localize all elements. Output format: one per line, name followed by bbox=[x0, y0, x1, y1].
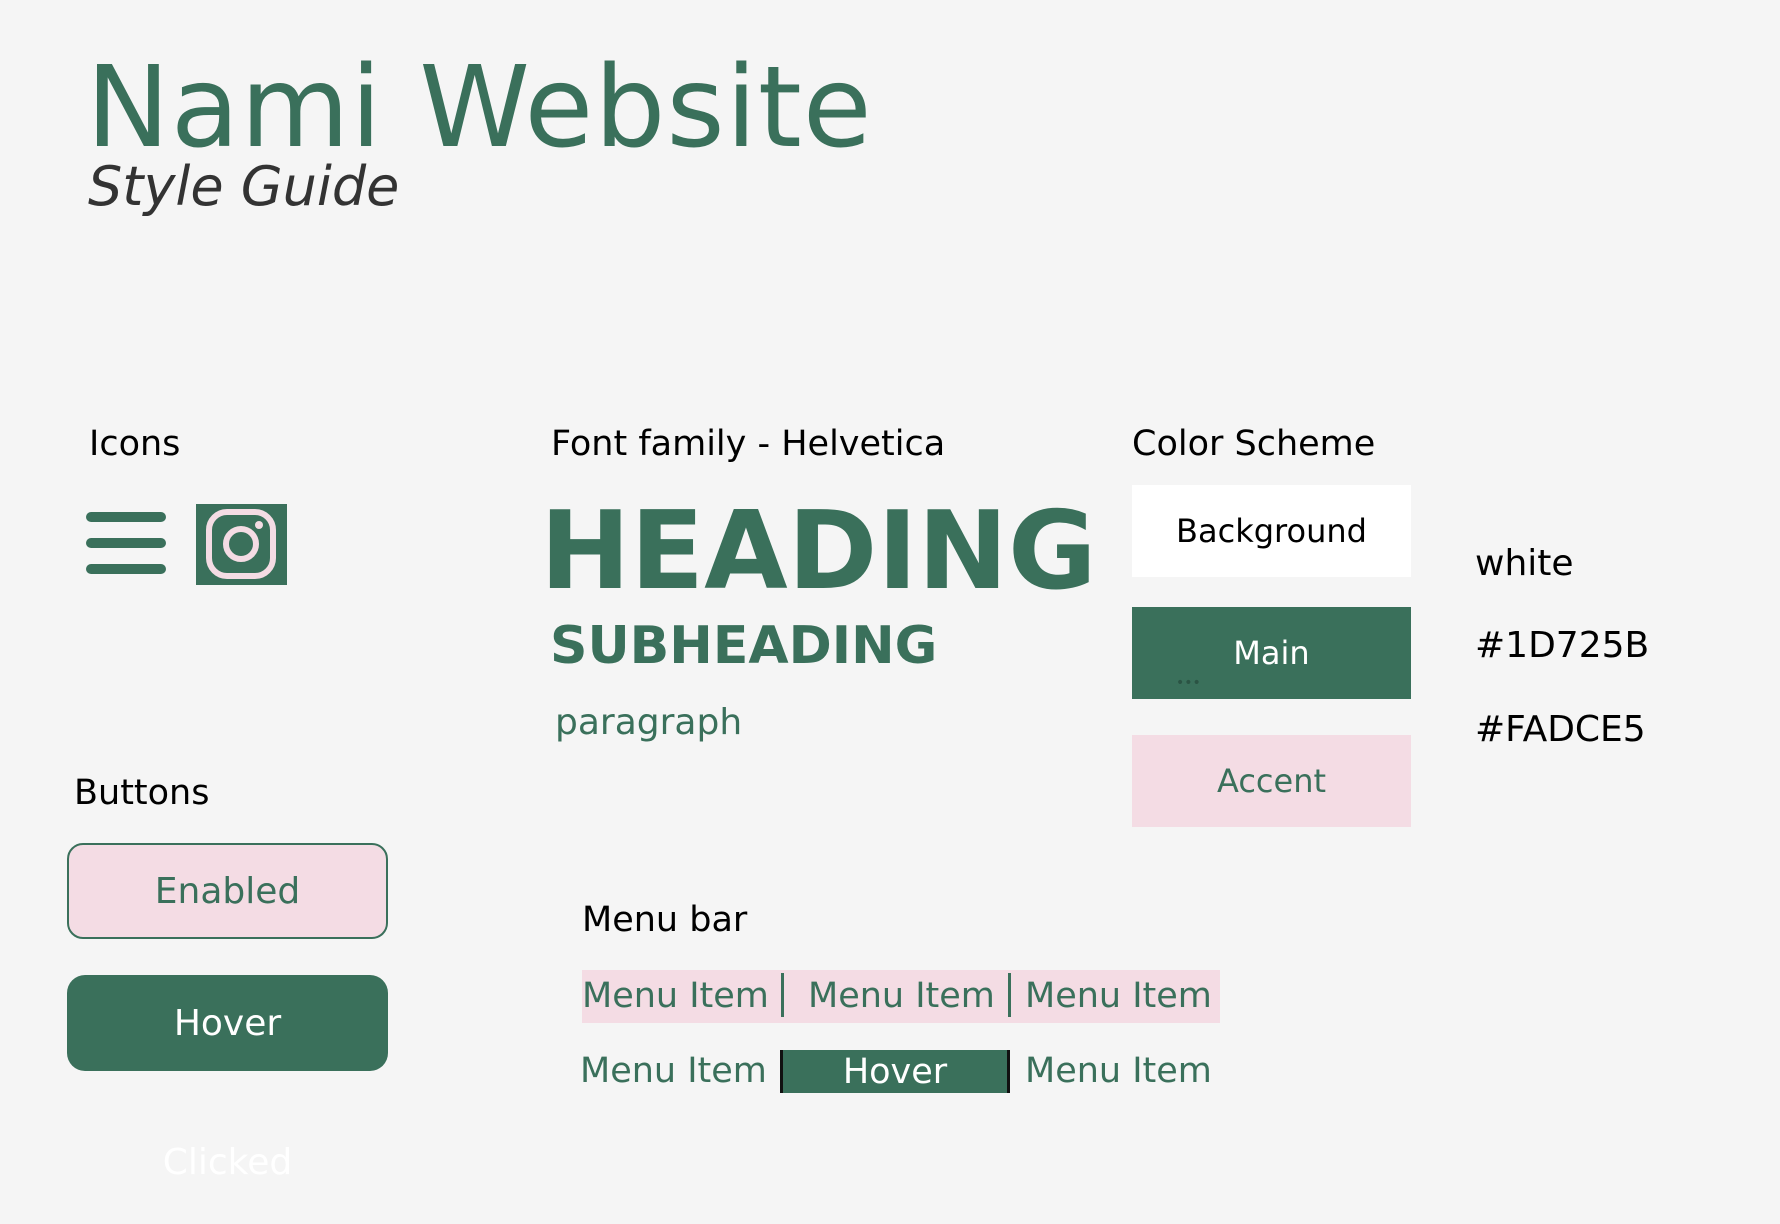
hamburger-menu-icon bbox=[86, 508, 166, 578]
menu-divider bbox=[781, 973, 784, 1017]
menu-item[interactable]: Menu Item bbox=[582, 979, 769, 1014]
swatch-label: Accent bbox=[1216, 762, 1327, 800]
background-color-value: white bbox=[1475, 543, 1574, 584]
accent-color-value: #FADCE5 bbox=[1475, 709, 1646, 750]
page-subtitle: Style Guide bbox=[88, 155, 400, 218]
button-label: Enabled bbox=[154, 870, 301, 912]
menu-item[interactable]: Menu Item bbox=[1025, 1054, 1212, 1089]
accent-color-swatch: Accent bbox=[1132, 735, 1411, 827]
page-title: Nami Website bbox=[86, 43, 873, 173]
button-label: Clicked bbox=[162, 1141, 293, 1183]
icons-section-label: Icons bbox=[89, 424, 181, 464]
menu-item[interactable]: Menu Item bbox=[808, 979, 995, 1014]
menu-item-label: Hover bbox=[842, 1051, 948, 1092]
buttons-section-label: Buttons bbox=[74, 773, 210, 813]
color-scheme-label: Color Scheme bbox=[1132, 424, 1376, 464]
instagram-icon bbox=[196, 504, 287, 585]
swatch-label: Background bbox=[1176, 512, 1367, 550]
font-family-label: Font family - Helvetica bbox=[551, 424, 946, 464]
menu-item-hover[interactable]: Hover bbox=[780, 1050, 1010, 1093]
hover-button[interactable]: Hover bbox=[67, 975, 388, 1071]
menu-divider bbox=[1008, 973, 1011, 1017]
heading-sample: HEADING bbox=[540, 489, 1097, 614]
swatch-dots-decoration: ••• bbox=[1176, 675, 1201, 691]
swatch-label: Main bbox=[1233, 634, 1310, 672]
main-color-value: #1D725B bbox=[1475, 625, 1650, 666]
paragraph-sample: paragraph bbox=[555, 702, 743, 743]
subheading-sample: SUBHEADING bbox=[550, 616, 938, 676]
clicked-button[interactable]: Clicked bbox=[67, 1140, 388, 1184]
enabled-button[interactable]: Enabled bbox=[67, 843, 388, 939]
menu-bar-label: Menu bar bbox=[582, 900, 748, 940]
button-label: Hover bbox=[173, 1002, 282, 1044]
menu-item[interactable]: Menu Item bbox=[580, 1054, 767, 1089]
main-color-swatch: Main bbox=[1132, 607, 1411, 699]
menu-item[interactable]: Menu Item bbox=[1025, 979, 1212, 1014]
background-color-swatch: Background bbox=[1132, 485, 1411, 577]
